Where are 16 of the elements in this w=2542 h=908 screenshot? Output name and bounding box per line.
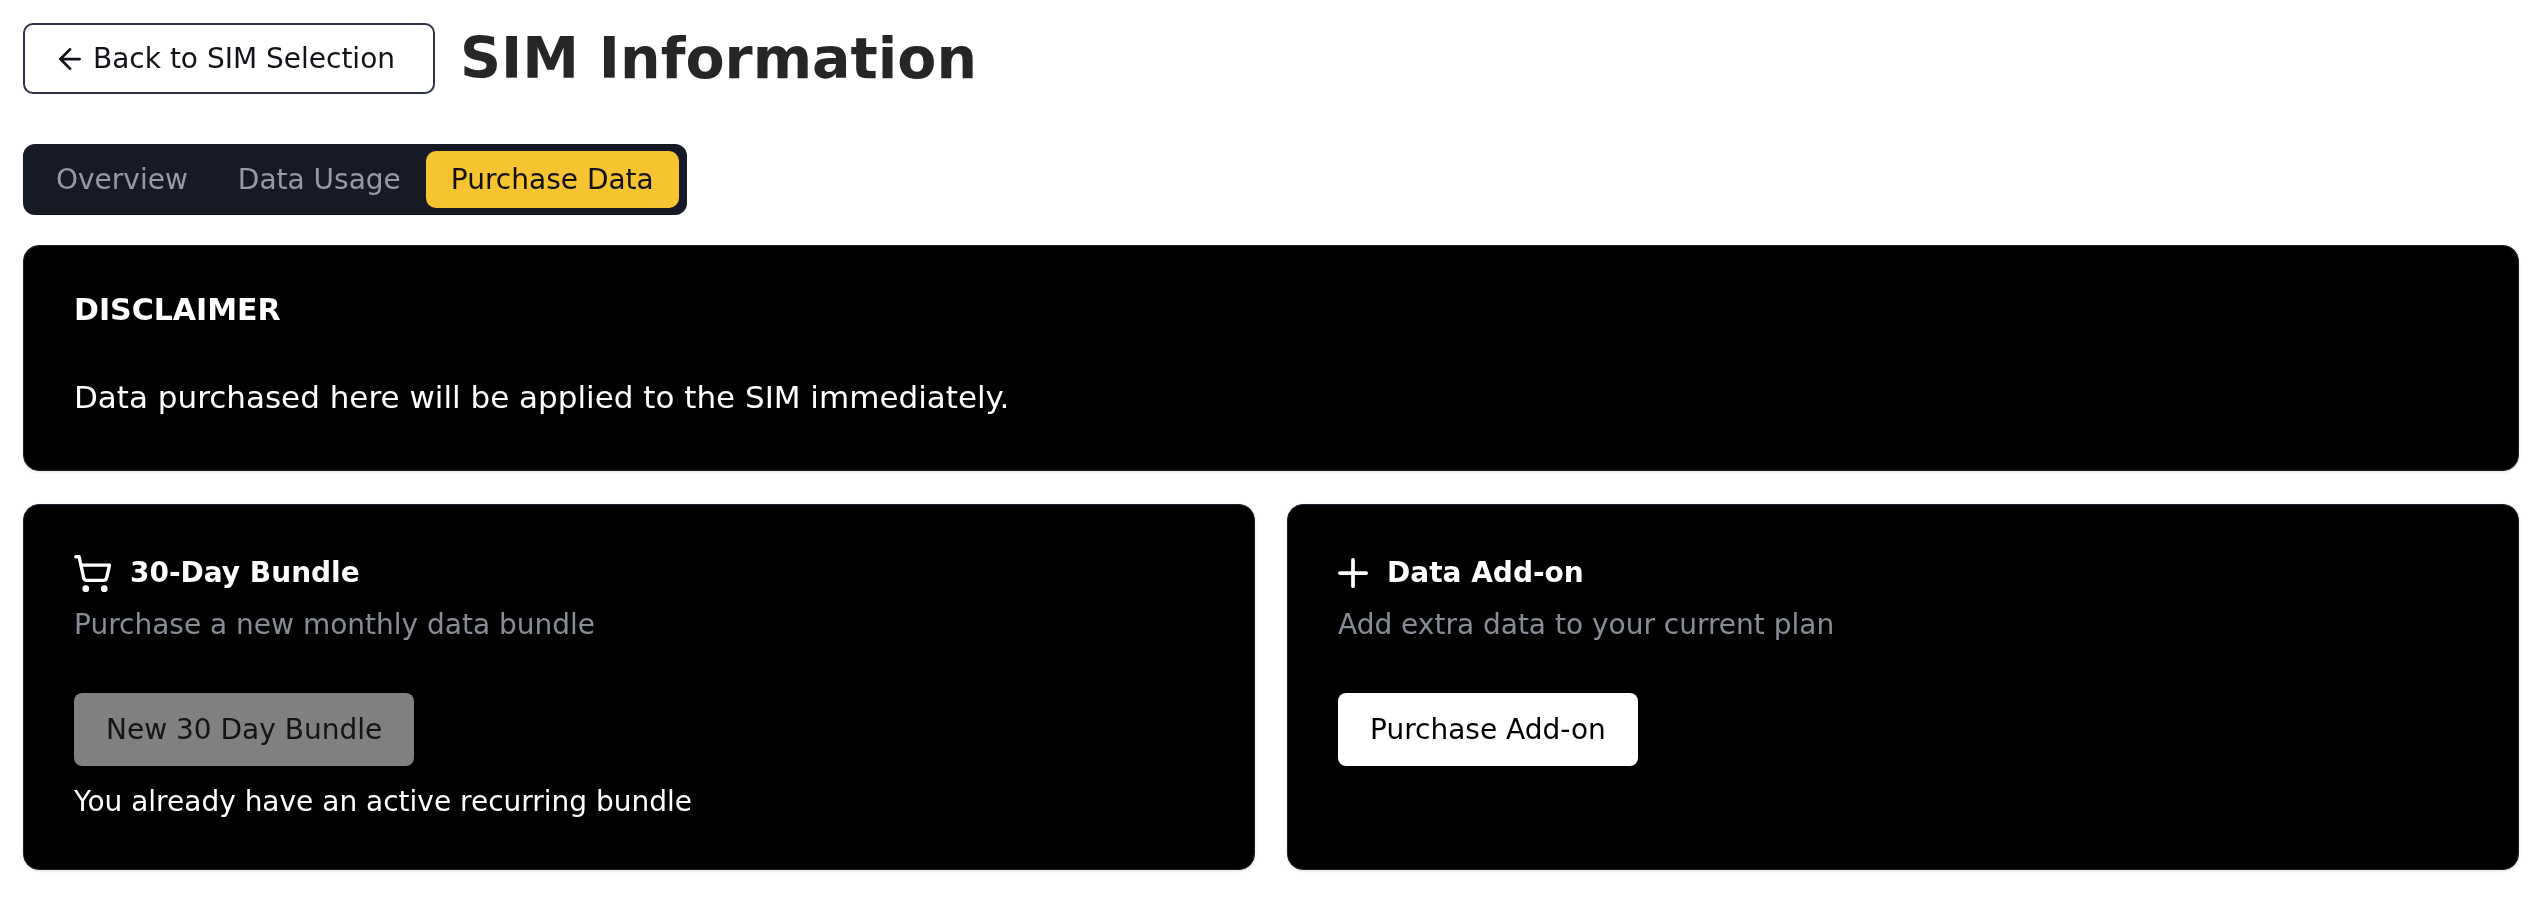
arrow-left-icon xyxy=(59,47,81,70)
back-button[interactable]: Back to SIM Selection xyxy=(23,23,435,94)
card-note: You already have an active recurring bundle xyxy=(74,784,693,819)
tab[interactable]: Overview xyxy=(31,151,213,208)
tab[interactable]: Purchase Data xyxy=(425,151,679,208)
card-subtitle: Purchase a new monthly data bundle xyxy=(74,608,596,642)
plus-icon xyxy=(1338,558,1368,589)
card-title: Data Add-on xyxy=(1387,556,1584,590)
page-title: SIM Information xyxy=(460,24,978,93)
purchase-button[interactable]: Purchase Add-on xyxy=(1338,692,1638,766)
card-title: 30-Day Bundle xyxy=(130,556,360,590)
card-subtitle: Add extra data to your current plan xyxy=(1338,608,1835,642)
disclaimer-text: Data purchased here will be applied to the SIM immediately. xyxy=(74,379,1011,417)
disclaimer-title: DISCLAIMER xyxy=(74,292,282,328)
cart-icon xyxy=(74,554,111,592)
tab[interactable]: Data Usage xyxy=(212,151,426,208)
